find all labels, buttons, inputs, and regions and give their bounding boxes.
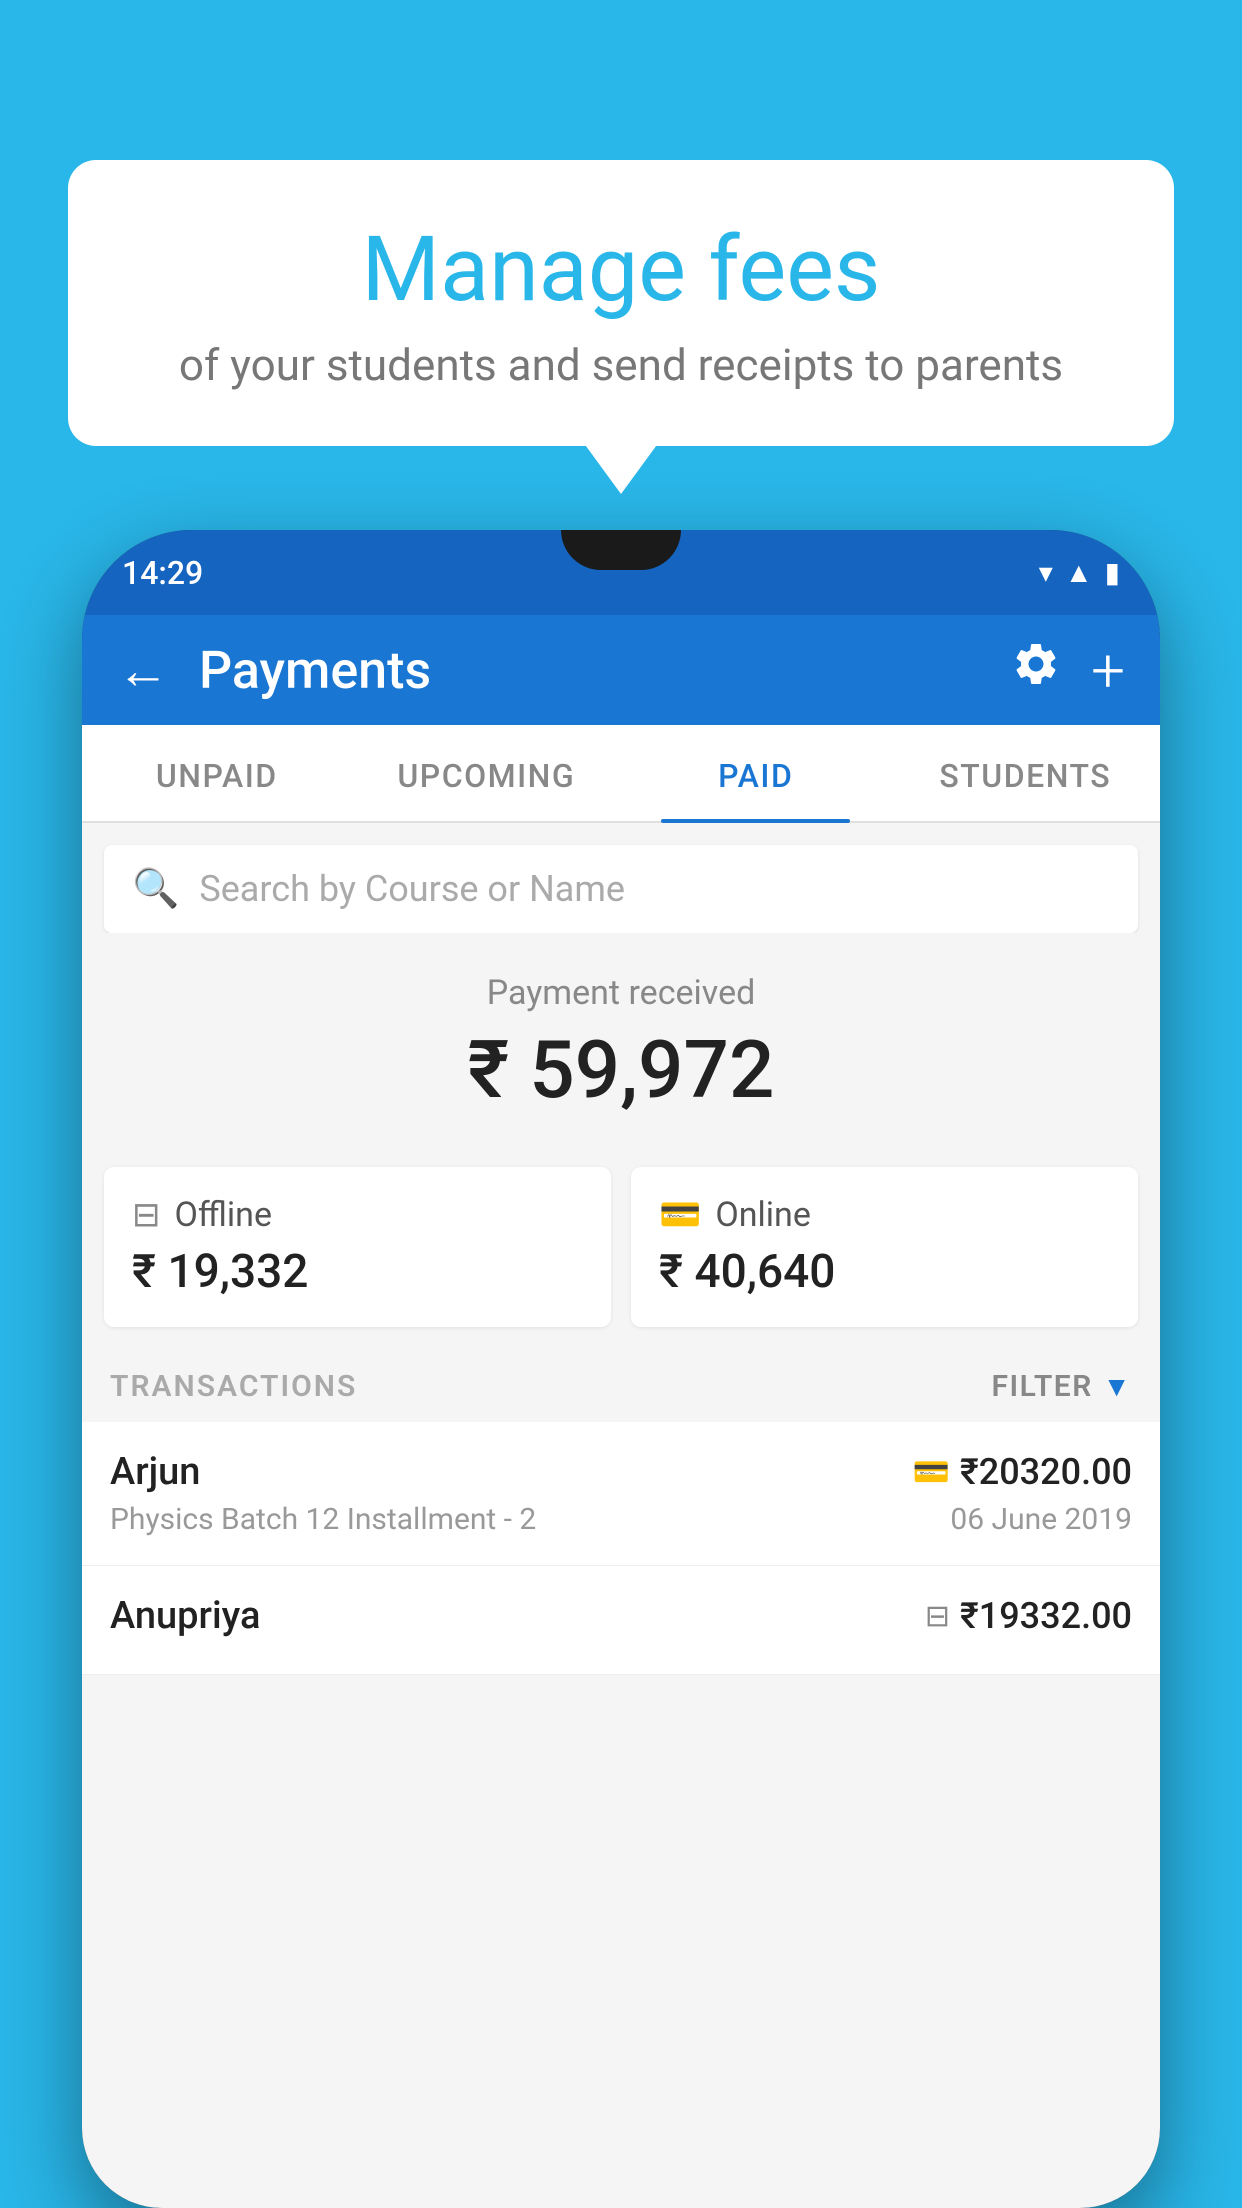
tab-upcoming[interactable]: UPCOMING [352,725,622,821]
transaction-name: Arjun [110,1450,200,1494]
phone-notch [561,530,681,570]
transactions-header: TRANSACTIONS FILTER ▼ [82,1347,1160,1422]
online-card: 💳 Online ₹ 40,640 [631,1167,1138,1327]
transaction-row[interactable]: Anupriya ⊟ ₹19332.00 [82,1566,1160,1675]
transaction-detail: Physics Batch 12 Installment - 2 [110,1502,536,1537]
speech-bubble: Manage fees of your students and send re… [68,160,1174,446]
add-icon[interactable]: + [1091,635,1125,706]
bubble-title: Manage fees [118,220,1124,319]
transaction-amount: ₹19332.00 [960,1595,1132,1637]
payment-summary: Payment received ₹ 59,972 [82,933,1160,1147]
tab-unpaid[interactable]: UNPAID [82,725,352,821]
tab-paid[interactable]: PAID [621,725,891,821]
offline-icon: ⊟ [132,1195,161,1235]
transaction-name: Anupriya [110,1594,260,1638]
app-header: ← Payments + [82,615,1160,725]
offline-amount: ₹ 19,332 [132,1245,583,1299]
status-icons: ▾ ▲ ▮ [1039,556,1120,589]
online-icon: 💳 [659,1195,701,1235]
bubble-subtitle: of your students and send receipts to pa… [118,339,1124,391]
transaction-date: 06 June 2019 [950,1502,1132,1537]
transaction-amount: ₹20320.00 [960,1451,1132,1493]
tabs-bar: UNPAID UPCOMING PAID STUDENTS [82,725,1160,823]
transactions-label: TRANSACTIONS [110,1369,357,1404]
payment-received-label: Payment received [82,973,1160,1013]
status-time: 14:29 [122,554,203,592]
offline-card: ⊟ Offline ₹ 19,332 [104,1167,611,1327]
back-button[interactable]: ← [117,640,169,701]
page-title: Payments [199,640,981,701]
header-icons: + [1011,635,1125,706]
online-label: Online [715,1195,811,1235]
search-bar[interactable]: 🔍 Search by Course or Name [104,845,1138,933]
online-amount: ₹ 40,640 [659,1245,1110,1299]
phone-frame: 14:29 ▾ ▲ ▮ ← Payments + UNPAID UPCOMING… [82,530,1160,2208]
filter-label: FILTER [992,1369,1093,1404]
card-icon: 💳 [913,1455,950,1490]
settings-icon[interactable] [1011,639,1061,702]
filter-button[interactable]: FILTER ▼ [992,1369,1132,1404]
phone-content: 🔍 Search by Course or Name Payment recei… [82,823,1160,2208]
signal-icon: ▲ [1065,556,1093,589]
tab-students[interactable]: STUDENTS [891,725,1161,821]
wifi-icon: ▾ [1039,556,1053,589]
payment-cards: ⊟ Offline ₹ 19,332 💳 Online ₹ 40,640 [104,1167,1138,1327]
search-input[interactable]: Search by Course or Name [199,868,625,910]
search-icon: 🔍 [132,867,179,911]
transaction-row[interactable]: Arjun 💳 ₹20320.00 Physics Batch 12 Insta… [82,1422,1160,1566]
cash-icon: ⊟ [925,1599,950,1634]
offline-label: Offline [175,1195,272,1235]
filter-icon: ▼ [1103,1370,1132,1403]
status-bar: 14:29 ▾ ▲ ▮ [82,530,1160,615]
payment-total-amount: ₹ 59,972 [82,1023,1160,1117]
battery-icon: ▮ [1105,556,1120,589]
